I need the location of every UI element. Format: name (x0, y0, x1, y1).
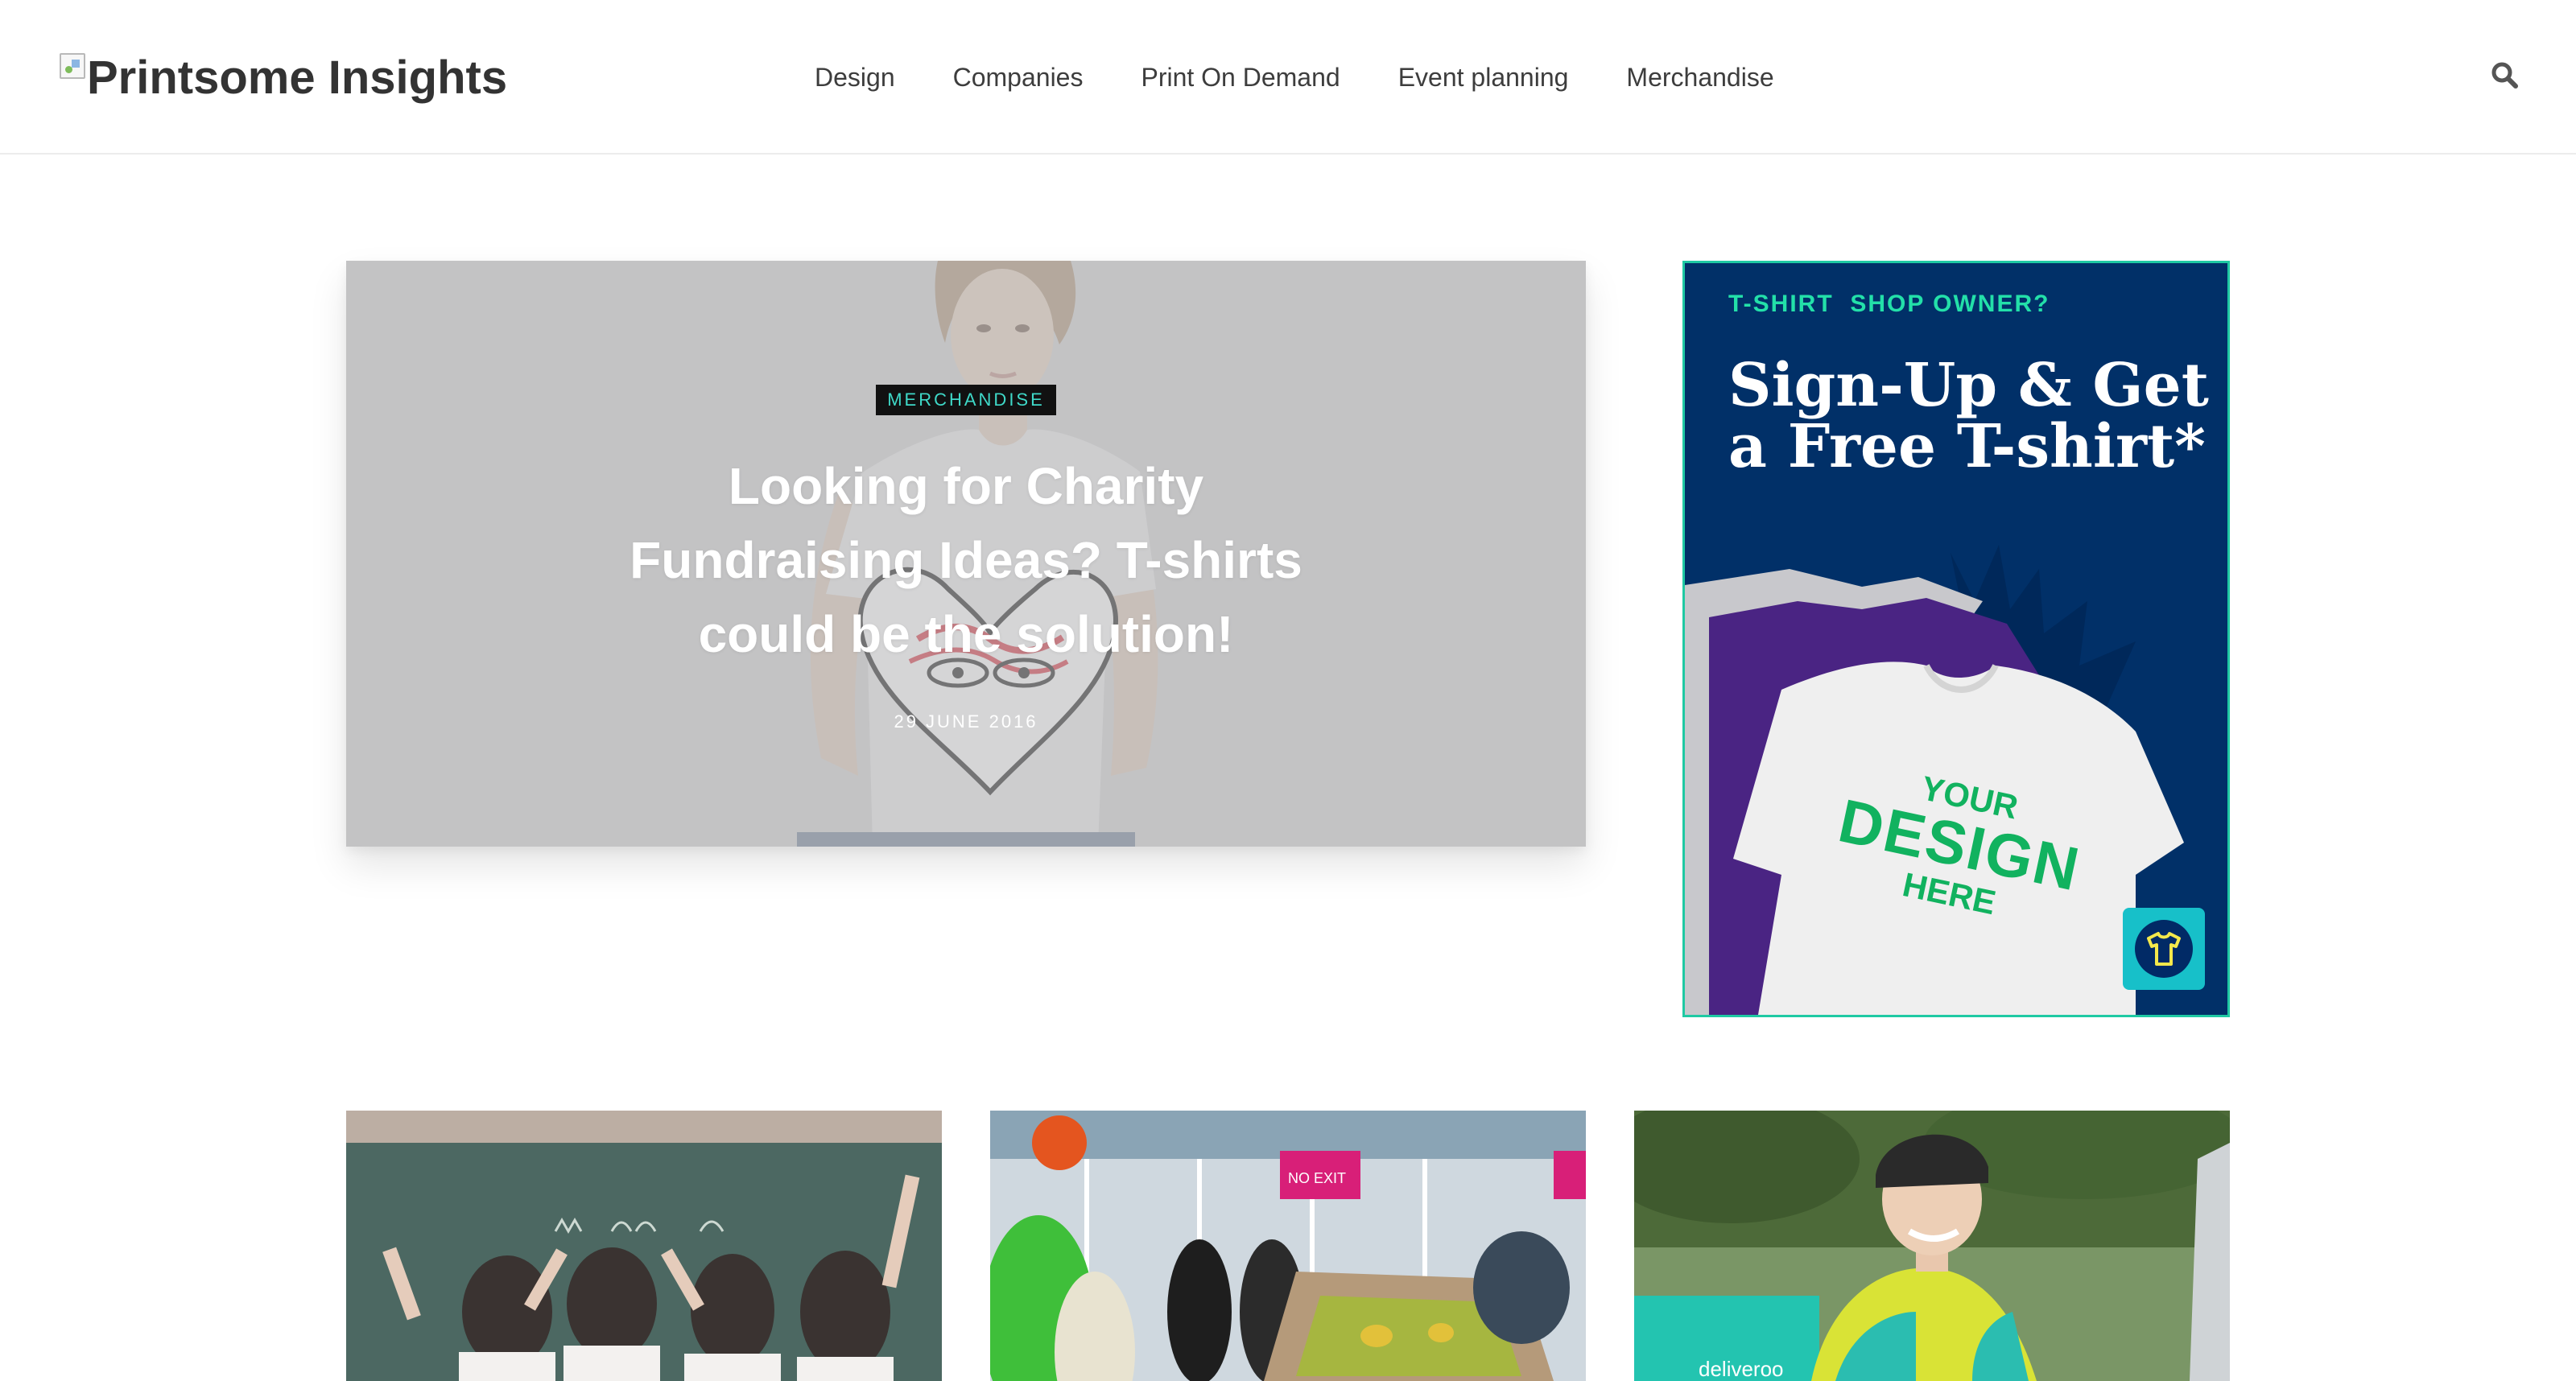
sidebar-ad[interactable]: T-SHIRT SHOP OWNER? Sign-Up & Get a Free… (1682, 261, 2230, 1017)
featured-post[interactable]: MERCHANDISE Looking for Charity Fundrais… (346, 261, 1586, 847)
nav-item-companies[interactable]: Companies (953, 60, 1084, 95)
students-chalkboard-photo (346, 1111, 942, 1381)
post-card-deliveroo[interactable]: deliveroo (1634, 1111, 2230, 1381)
nav-item-design[interactable]: Design (815, 60, 895, 95)
ad-brand-logo (2123, 908, 2205, 994)
main-nav: Design Companies Print On Demand Event p… (815, 60, 1774, 95)
nav-item-event-planning[interactable]: Event planning (1398, 60, 1569, 95)
svg-text:NO EXIT: NO EXIT (1288, 1170, 1346, 1186)
broken-image-icon (60, 53, 85, 79)
post-card-students[interactable] (346, 1111, 942, 1381)
category-badge[interactable]: MERCHANDISE (876, 385, 1056, 415)
screen-printing-event-photo: NO EXIT (990, 1111, 1586, 1381)
search-icon (2491, 62, 2518, 89)
ad-headline: Sign-Up & Get a Free T-shirt* (1728, 351, 2209, 481)
search-button[interactable] (2491, 61, 2520, 90)
hero-text-block: MERCHANDISE Looking for Charity Fundrais… (346, 385, 1586, 732)
post-card-screen-printing[interactable]: NO EXIT (990, 1111, 1586, 1381)
nav-item-print-on-demand[interactable]: Print On Demand (1141, 60, 1340, 95)
tshirt-icon (2123, 908, 2205, 990)
site-logo[interactable]: Printsome Insights (60, 50, 507, 106)
ad-kicker: T-SHIRT SHOP OWNER? (1728, 291, 2050, 317)
deliveroo-cyclist-photo: deliveroo (1634, 1111, 2230, 1381)
hero-title[interactable]: Looking for Charity Fundraising Ideas? T… (628, 449, 1304, 671)
svg-text:deliveroo: deliveroo (1699, 1357, 1784, 1381)
site-header: Printsome Insights Design Companies Prin… (0, 0, 2576, 155)
post-date: 29 JUNE 2016 (894, 711, 1038, 732)
logo-text[interactable]: Printsome Insights (87, 50, 507, 106)
nav-item-merchandise[interactable]: Merchandise (1626, 60, 1773, 95)
